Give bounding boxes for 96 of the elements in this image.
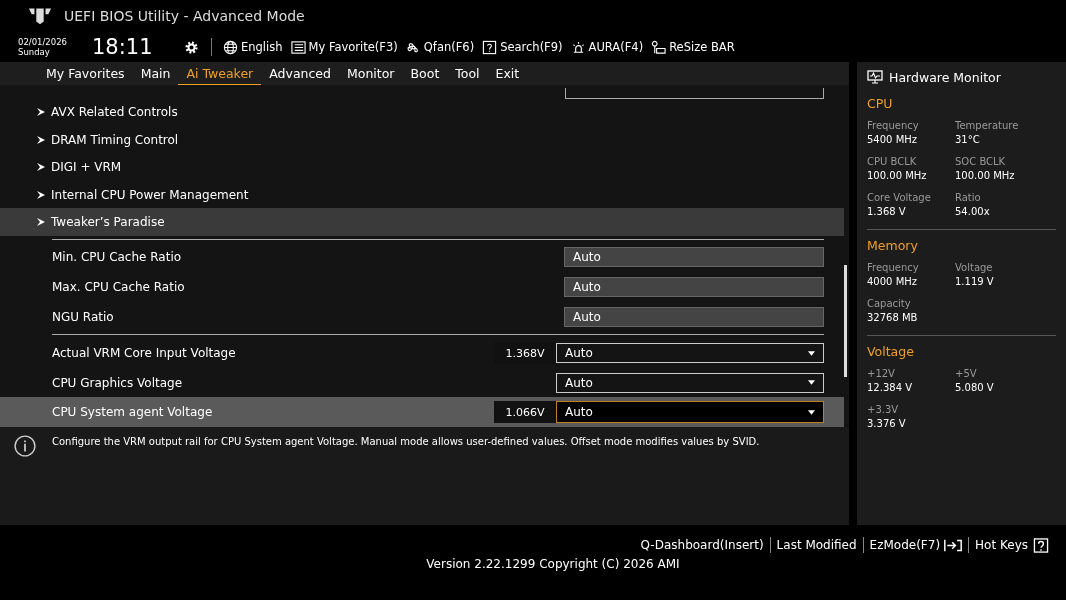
version-text: Version 2.22.1299 Copyright (C) 2026 AMI [425,557,680,571]
arrow-icon [36,216,46,227]
footer-link[interactable]: EzMode(F7) [863,537,969,553]
window-title: UEFI BIOS Utility - Advanced Mode [64,8,305,24]
metric-label: +5V [955,367,978,381]
metric-value: 12.384 V [867,381,913,395]
metric-label: +12V [867,367,896,381]
logo-icon [28,6,52,26]
setting-label: Min. CPU Cache Ratio [52,250,183,265]
metric-value: 5400 MHz [867,133,919,147]
metric-value: 54.00x [955,205,991,219]
metric-value: 100.00 MHz [955,169,1016,183]
metric-label: CPU BCLK [867,155,918,169]
toolbar-button[interactable]: ReSize BAR [648,39,738,55]
dropdown[interactable]: Auto [556,343,824,364]
metric-label: Temperature [955,119,1020,133]
settings-icon[interactable] [184,39,199,55]
metric-label: Capacity [867,297,912,311]
lamp-icon [570,39,586,55]
setting-row[interactable]: CPU System agent Voltage 1.066V Auto [0,397,844,427]
menu-tab[interactable]: Tool [447,62,488,85]
arrow-icon [36,189,46,200]
setting-row[interactable]: Actual VRM Core Input Voltage 1.368V Auto [0,338,844,368]
metric-label: SOC BCLK [955,155,1007,169]
metric-value: 1.368 V [867,205,907,219]
setting-label: CPU System agent Voltage [52,405,214,420]
section-title: Voltage [867,344,915,359]
dropdown[interactable]: Auto [556,372,824,393]
setting-label: Max. CPU Cache Ratio [52,280,186,294]
menu-tab[interactable]: Main [132,62,179,85]
menu-tab[interactable]: Advanced [261,62,339,85]
toolbar-button[interactable]: My Favorite(F3) [287,39,401,55]
metric-label: Frequency [867,261,920,275]
metric-value: 5.080 V [955,381,995,395]
menu-tab[interactable]: Ai Tweaker [178,62,262,85]
section-title: CPU [867,96,894,111]
setting-row[interactable]: Min. CPU Cache Ratio Auto [0,242,844,273]
footer-link[interactable]: Q-Dashboard(Insert) [634,538,770,552]
section-title: Memory [867,238,919,253]
menu-tab[interactable]: Boot [402,62,448,85]
metric-value: 3.376 V [867,417,907,431]
setting-row[interactable]: NGU Ratio Auto [0,301,844,332]
setting-label: CPU Graphics Voltage [52,375,184,390]
question-mark-icon [482,39,498,55]
toolbar-button[interactable]: English [220,39,286,55]
metric-value: 32768 MB [867,311,919,325]
setting-row[interactable]: CPU Graphics Voltage Auto [0,367,844,398]
menu-tab[interactable]: Monitor [339,62,403,85]
caret-icon [808,380,815,386]
panel-title: Hardware Monitor [889,69,1001,85]
submenu-item[interactable]: DRAM Timing Control [0,126,844,154]
caret-icon [808,350,815,356]
exit-arrow-icon [944,537,963,553]
day-text: Sunday [18,47,51,57]
submenu-item[interactable]: Tweaker’s Paradise [0,208,844,236]
menu-tab[interactable]: My Favorites [38,62,133,85]
monitor-icon [867,70,883,84]
info-icon [14,435,36,457]
submenu-item[interactable]: AVX Related Controls [0,98,844,126]
setting-row[interactable]: Max. CPU Cache Ratio Auto [0,272,844,302]
metric-value: 1.119 V [955,275,995,289]
toolbar-button[interactable]: Search(F9) [479,39,566,55]
caret-icon [808,409,815,415]
value-field[interactable]: Auto [564,247,824,268]
key-icon [651,39,667,55]
setting-label: NGU Ratio [52,309,115,324]
metric-label: Frequency [867,119,920,133]
toolbar-button[interactable]: Qfan(F6) [402,39,478,55]
arrow-icon [36,134,46,145]
globe-icon [223,39,238,55]
toolbar-button[interactable]: AURA(F4) [567,39,647,55]
metric-value: 4000 MHz [867,275,919,289]
list-icon [290,39,306,55]
setting-label: Actual VRM Core Input Voltage [52,346,237,361]
scrollbar-thumb[interactable] [844,265,847,377]
voltage-reading: 1.066V [494,401,556,424]
metric-label: Core Voltage [867,191,932,205]
value-field[interactable]: Auto [564,277,824,297]
menu-tab[interactable]: Exit [487,62,528,85]
metric-label: +3.3V [867,403,900,417]
footer-link[interactable]: Last Modified [770,538,863,552]
metric-label: Ratio [955,191,982,205]
help-text: Configure the VRM output rail for CPU System agent Voltage. Manual mode allows user-defined values. Offset mode modifies values by SVID. [52,435,760,449]
metric-value: 100.00 MHz [867,169,928,183]
arrow-icon [36,107,46,118]
question-mark-icon [1032,537,1050,553]
date-text: 02/01/2026 [18,37,68,47]
clock-text: 18:11 [92,35,154,59]
metric-value: 31°C [955,133,981,147]
submenu-item[interactable]: DIGI + VRM [0,153,844,181]
submenu-item[interactable]: Internal CPU Power Management [0,180,844,209]
dropdown[interactable]: Auto [556,401,824,424]
footer-link[interactable]: Hot Keys [969,537,1056,553]
arrow-icon [36,162,46,173]
value-field[interactable]: Auto [564,306,824,327]
metric-label: Voltage [955,261,994,275]
